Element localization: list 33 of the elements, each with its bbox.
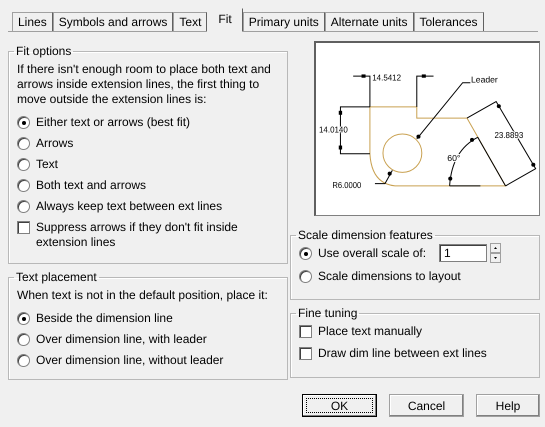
tab[interactable]: Primary units	[242, 12, 325, 31]
radio-label: Arrows	[36, 136, 74, 151]
dialog-button[interactable]: OK	[302, 394, 377, 417]
radio-label: Always keep text between ext lines	[36, 199, 222, 214]
description-text: If there isn't enough room to place both text and arrows inside extension lines, the first thing to move outside the extension lines is:	[17, 62, 272, 107]
radio-label: Scale dimensions to layout	[318, 269, 461, 284]
dialog-button[interactable]: Help	[476, 394, 540, 417]
checkbox-label: Draw dim line between ext lines	[318, 346, 487, 361]
group-title: Fit options	[15, 44, 72, 58]
radio-label: Over dimension line, with leader	[36, 332, 207, 347]
group-title: Fine tuning	[297, 306, 358, 320]
tab[interactable]: Alternate units	[324, 12, 414, 31]
checkbox-label: Place text manually	[318, 324, 422, 339]
group-title: Text placement	[15, 270, 98, 284]
tab[interactable]: Symbols and arrows	[52, 12, 174, 31]
scale-input[interactable]: 1	[439, 244, 487, 262]
radio-label: Beside the dimension line	[36, 311, 173, 326]
checkbox-label: Suppress arrows if they don't fit inside extension lines	[36, 220, 239, 250]
dimension-label: Leader	[471, 74, 498, 84]
dimension-label: R6.0000	[332, 180, 366, 190]
tab[interactable]: Fit	[207, 8, 243, 32]
dialog-button[interactable]: Cancel	[389, 394, 464, 417]
radio-label: Both text and arrows	[36, 178, 146, 193]
description-text: When text is not in the default position, place it:	[17, 288, 269, 303]
radio-label: Use overall scale of:	[318, 246, 426, 261]
radio-label: Either text or arrows (best fit)	[36, 115, 190, 130]
group-title: Scale dimension features	[297, 228, 434, 242]
radio-label: Over dimension line, without leader	[36, 353, 224, 368]
tab[interactable]: Lines	[12, 12, 53, 31]
tab[interactable]: Tolerances	[414, 12, 484, 31]
radio-label: Text	[36, 157, 58, 172]
tab[interactable]: Text	[173, 12, 208, 31]
dimension-label: 14.5412	[372, 72, 404, 82]
